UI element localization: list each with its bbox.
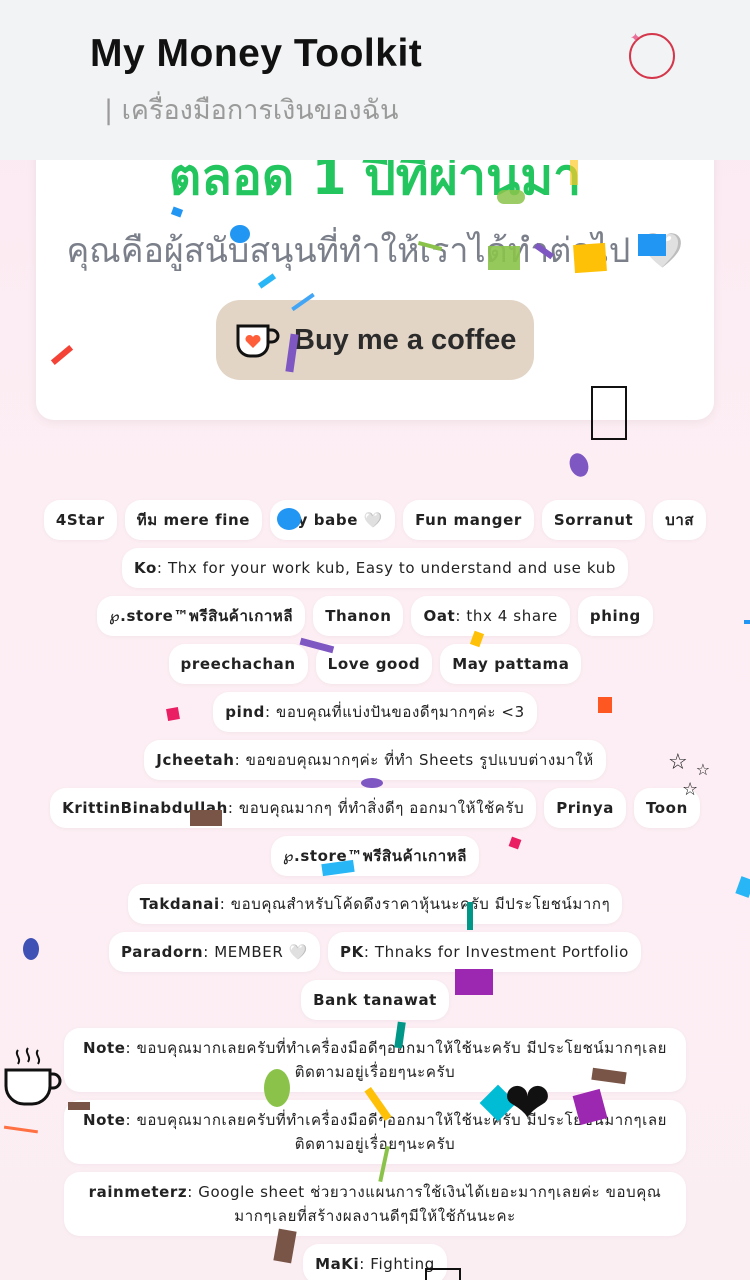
supporter-message: : thx 4 share — [455, 607, 558, 625]
app-header: My Money Toolkit | เครื่องมือการเงินของฉ… — [0, 0, 750, 160]
supporter-chip: Note: ขอบคุณมากเลยครับที่ทำเครื่องมือดีๆ… — [64, 1028, 686, 1092]
supporter-chip: rainmeterz: Google sheet ช่วยวางแผนการใช… — [64, 1172, 686, 1236]
buy-me-a-coffee-button[interactable]: Buy me a coffee — [216, 300, 534, 380]
supporter-name: 4Star — [55, 511, 105, 529]
supporter-name: Sorranut — [553, 511, 634, 529]
supporter-message: : ขอบคุณมากเลยครับที่ทำเครื่องมือดีๆออกม… — [125, 1039, 668, 1081]
supporter-chip: ℘.store™พรีสินค้าเกาหลี — [270, 836, 480, 876]
supporter-chip: ทีม mere fine — [124, 500, 263, 540]
stars-icon: ☆ ☆ ☆ — [668, 750, 711, 800]
supporter-name: My babe 🤍 — [282, 511, 384, 529]
coffee-cup-heart-icon — [236, 324, 280, 358]
supporter-message: : Fighting — [359, 1255, 435, 1273]
supporter-chip: Prinya — [544, 788, 626, 828]
supporter-chip: 4Star — [43, 500, 117, 540]
supporter-chip: preechachan — [168, 644, 308, 684]
supporter-chip: ℘.store™พรีสินค้าเกาหลี — [97, 596, 306, 636]
supporter-name: Paradorn — [121, 943, 204, 961]
supporter-name: pind — [225, 703, 265, 721]
supporter-message: : Google sheet ช่วยวางแผนการใช้เงินได้เย… — [187, 1183, 662, 1225]
supporter-name: KrittinBinabdullah — [62, 799, 228, 817]
supporters-list: 4Star ทีม mere fine My babe 🤍 Fun manger Sor… — [40, 500, 710, 1280]
supporter-chip: Jcheetah: ขอขอบคุณมากๆค่ะ ที่ทำ Sheets ร… — [144, 740, 606, 780]
supporter-name: ℘.store™พรีสินค้าเกาหลี — [282, 847, 468, 865]
sparkle-icon: ✦ — [630, 31, 641, 46]
supporter-name: Jcheetah — [156, 751, 235, 769]
supporter-name: MaKi — [315, 1255, 360, 1273]
supporter-message: : ขอขอบคุณมากๆค่ะ ที่ทำ Sheets รูปแบบต่า… — [234, 751, 594, 769]
supporter-name: ทีม mere fine — [136, 511, 251, 529]
supporter-message: : Thx for your work kub, Easy to underst… — [156, 559, 616, 577]
supporter-name: phing — [589, 607, 641, 625]
supporter-name: Bank tanawat — [313, 991, 437, 1009]
supporter-chip: My babe 🤍 — [270, 500, 396, 540]
supporter-chip: KrittinBinabdullah: ขอบคุณมากๆ ที่ทำสิ่ง… — [50, 788, 537, 828]
supporter-chip: Ko: Thx for your work kub, Easy to under… — [122, 548, 628, 588]
supporter-name: preechachan — [180, 655, 296, 673]
supporter-message: : ขอบคุณมากๆ ที่ทำสิ่งดีๆ ออกมาให้ใช้ครั… — [227, 799, 525, 817]
supporter-chip: May pattama — [440, 644, 582, 684]
supporter-chip: Fun manger — [403, 500, 534, 540]
supporter-name: Oat — [423, 607, 456, 625]
supporter-message: : ขอบคุณที่แบ่งปันของดีๆมากๆค่ะ <3 — [264, 703, 525, 721]
supporter-name: rainmeterz — [88, 1183, 188, 1201]
app-title[interactable]: My Money Toolkit — [90, 32, 422, 76]
heart-icon: ❤ — [504, 1071, 551, 1136]
loading-spinner-icon[interactable]: ✦ — [629, 31, 675, 79]
supporter-message: : MEMBER 🤍 — [203, 943, 309, 961]
supporter-chip: phing — [577, 596, 653, 636]
supporter-message: : Thnaks for Investment Portfolio — [363, 943, 629, 961]
supporter-message: : ขอบคุณมากเลยครับที่ทำเครื่องมือดีๆออกม… — [125, 1111, 668, 1153]
supporter-name: Love good — [327, 655, 421, 673]
supporter-chip: Paradorn: MEMBER 🤍 — [109, 932, 321, 972]
support-thanks-text: คุณคือผู้สนับสนุนที่ทำให้เราได้ทำต่อไป 🤍 — [66, 231, 684, 271]
supporter-name: Takdanai — [139, 895, 220, 913]
supporter-name: Toon — [645, 799, 688, 817]
supporter-chip: PK: Thnaks for Investment Portfolio — [328, 932, 641, 972]
supporter-name: Note — [82, 1111, 126, 1129]
supporter-chip: Oat: thx 4 share — [411, 596, 570, 636]
supporter-name: ℘.store™พรีสินค้าเกาหลี — [109, 607, 294, 625]
supporter-chip: Thanon — [313, 596, 404, 636]
supporter-chip: Sorranut — [541, 500, 646, 540]
decorative-frame — [425, 1268, 461, 1280]
supporter-name: Thanon — [325, 607, 392, 625]
supporter-chip: Bank tanawat — [301, 980, 449, 1020]
supporter-name: May pattama — [452, 655, 570, 673]
buy-me-a-coffee-label: Buy me a coffee — [294, 323, 517, 356]
hot-cup-icon — [4, 1047, 62, 1106]
supporter-chip: Note: ขอบคุณมากเลยครับที่ทำเครื่องมือดีๆ… — [64, 1100, 686, 1164]
supporter-name: Prinya — [556, 799, 614, 817]
decorative-frame — [591, 386, 627, 440]
supporter-chip: บาส — [653, 500, 707, 540]
supporter-name: Note — [82, 1039, 126, 1057]
supporter-name: บาส — [665, 511, 695, 529]
supporter-chip: Love good — [315, 644, 433, 684]
supporter-chip: Takdanai: ขอบคุณสำหรับโค้ดดึงราคาหุ้นนะค… — [127, 884, 623, 924]
supporter-chip: pind: ขอบคุณที่แบ่งปันของดีๆมากๆค่ะ <3 — [213, 692, 537, 732]
supporter-name: Ko — [134, 559, 157, 577]
app-subtitle: | เครื่องมือการเงินของฉัน — [104, 95, 399, 126]
supporter-name: PK — [340, 943, 364, 961]
supporter-message: : ขอบคุณสำหรับโค้ดดึงราคาหุ้นนะครับ มีปร… — [219, 895, 611, 913]
supporter-name: Fun manger — [415, 511, 522, 529]
